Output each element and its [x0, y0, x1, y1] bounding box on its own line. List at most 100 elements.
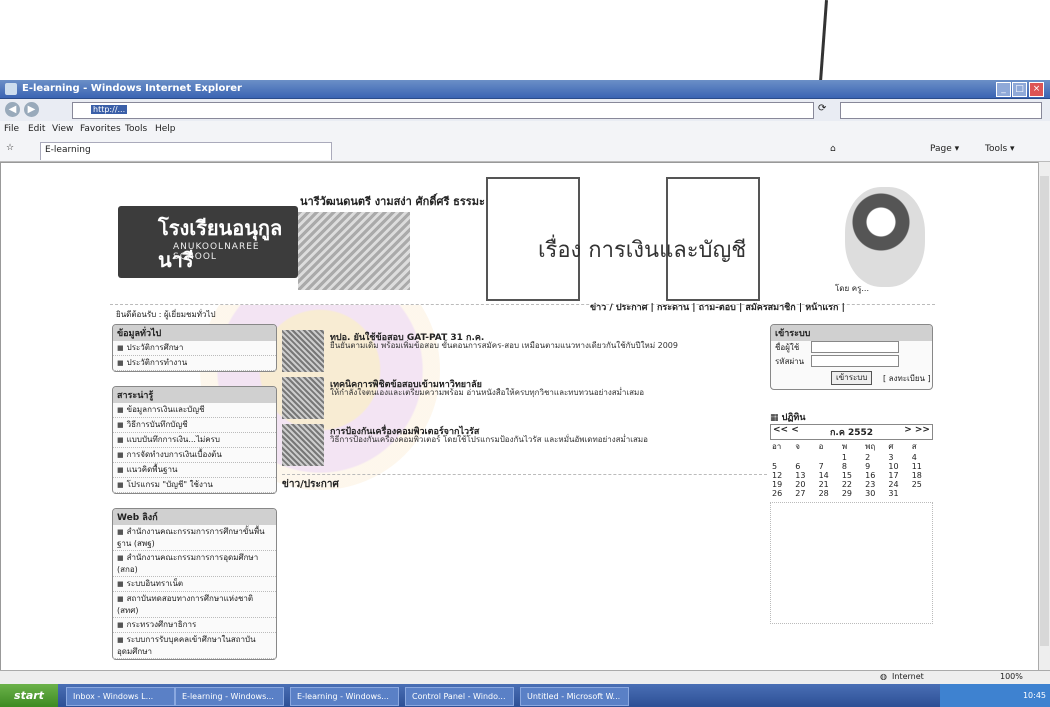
day-cell[interactable]: 26 — [770, 489, 793, 498]
list-item[interactable]: กระทรวงศึกษาธิการ — [113, 618, 276, 633]
list-item[interactable]: ประวัติการศึกษา — [113, 341, 276, 356]
taskbar-button[interactable]: Control Panel - Windo... — [405, 687, 514, 706]
tools-menu[interactable]: Tools ▾ — [985, 144, 1015, 154]
menu-file[interactable]: File — [4, 124, 19, 134]
menu-help[interactable]: Help — [155, 124, 176, 134]
day-cell[interactable]: 11 — [910, 462, 933, 471]
register-link[interactable]: [ ลงทะเบียน ] — [883, 372, 931, 385]
list-item[interactable]: สถาบันทดสอบทางการศึกษาแห่งชาติ (สทศ) — [113, 592, 276, 618]
day-cell[interactable] — [910, 489, 933, 498]
tab-e-learning[interactable]: E-learning — [40, 142, 332, 160]
day-cell[interactable]: 23 — [863, 480, 886, 489]
day-cell[interactable]: 13 — [793, 471, 816, 480]
news-item[interactable]: ทปอ. ยันใช้ข้อสอบ GAT-PAT 31 ก.ค. ยืนยัน… — [282, 330, 767, 374]
taskbar-button[interactable]: Untitled - Microsoft W... — [520, 687, 629, 706]
day-cell[interactable] — [770, 453, 793, 462]
url-text: http://... — [91, 105, 128, 114]
top-menu[interactable]: ข่าว / ประกาศ | กระดาน | ถาม-ตอบ | สมัคร… — [590, 300, 845, 314]
menu-view[interactable]: View — [52, 124, 73, 134]
list-item[interactable]: ข้อมูลการเงินและบัญชี — [113, 403, 276, 418]
list-item[interactable]: ระบบการรับบุคคลเข้าศึกษาในสถาบันอุดมศึกษ… — [113, 633, 276, 659]
day-cell[interactable]: 6 — [793, 462, 816, 471]
site-banner: นารีวัฒนดนตรี งามสง่า ศักดิ์ศรี ธรรมะ โร… — [110, 172, 935, 319]
home-icon[interactable]: ⌂ — [830, 144, 836, 154]
list-item[interactable]: แบบบันทึกการเงิน...ไม่ครบ — [113, 433, 276, 448]
weekday: จ — [795, 442, 800, 451]
scrollbar-thumb[interactable] — [1040, 176, 1049, 646]
password-input[interactable] — [811, 355, 899, 367]
day-cell[interactable]: 16 — [863, 471, 886, 480]
day-cell[interactable]: 1 — [840, 453, 863, 462]
list-item[interactable]: วิธีการบันทึกบัญชี — [113, 418, 276, 433]
favorites-star-icon[interactable]: ☆ — [6, 143, 14, 153]
list-item[interactable]: การจัดทำงบการเงินเบื้องต้น — [113, 448, 276, 463]
news-item[interactable]: เทคนิคการพิชิตข้อสอบเข้ามหาวิทยาลัย ให้ก… — [282, 377, 767, 421]
day-cell[interactable]: 14 — [817, 471, 840, 480]
news-text: วิธีการป้องกันเครื่องคอมพิวเตอร์ โดยใช้โ… — [330, 435, 648, 444]
day-cell[interactable]: 9 — [863, 462, 886, 471]
menu-bar: File Edit View Favorites Tools Help — [0, 121, 1050, 139]
day-cell[interactable]: 5 — [770, 462, 793, 471]
day-cell[interactable]: 21 — [817, 480, 840, 489]
day-cell[interactable]: 8 — [840, 462, 863, 471]
day-cell[interactable]: 31 — [886, 489, 909, 498]
day-cell[interactable]: 4 — [910, 453, 933, 462]
day-cell[interactable]: 12 — [770, 471, 793, 480]
day-cell[interactable]: 18 — [910, 471, 933, 480]
taskbar-button[interactable]: E-learning - Windows... — [290, 687, 399, 706]
forward-icon[interactable]: ▶ — [24, 102, 39, 117]
taskbar-button[interactable]: E-learning - Windows... — [175, 687, 284, 706]
banner-photo — [298, 212, 410, 290]
page-menu[interactable]: Page ▾ — [930, 144, 959, 154]
calendar-next[interactable]: > >> — [904, 425, 930, 439]
refresh-icon[interactable]: ⟳ — [818, 103, 826, 114]
login-button[interactable]: เข้าระบบ — [831, 371, 873, 385]
day-cell[interactable]: 2 — [863, 453, 886, 462]
menu-edit[interactable]: Edit — [28, 124, 45, 134]
news-item[interactable]: การป้องกันเครื่องคอมพิวเตอร์จากไวรัส วิธ… — [282, 424, 767, 468]
calendar-grid: อาจอพพฤศส 1234 5 6 7 8 9 10 11 12 13 14 15 16 17 18 … — [770, 440, 933, 498]
maximize-icon[interactable]: □ — [1012, 82, 1027, 97]
scrollbar[interactable] — [1038, 162, 1050, 670]
day-cell[interactable]: 3 — [886, 453, 909, 462]
url-input[interactable]: http://... — [72, 102, 814, 119]
day-cell[interactable]: 30 — [863, 489, 886, 498]
taskbar-button[interactable]: Inbox - Windows L... — [66, 687, 175, 706]
day-cell[interactable]: 7 — [817, 462, 840, 471]
news-column: ทปอ. ยันใช้ข้อสอบ GAT-PAT 31 ก.ค. ยืนยัน… — [282, 330, 767, 492]
calendar-prev[interactable]: << < — [773, 425, 799, 439]
search-input[interactable] — [840, 102, 1042, 119]
close-icon[interactable]: × — [1029, 82, 1044, 97]
day-cell[interactable]: 24 — [886, 480, 909, 489]
start-button[interactable]: start — [0, 684, 58, 707]
news-more-link[interactable]: ข่าว/ประกาศ — [282, 474, 767, 492]
day-cell[interactable]: 28 — [817, 489, 840, 498]
day-cell[interactable] — [793, 453, 816, 462]
list-item[interactable]: ระบบอินทราเน็ต — [113, 577, 276, 592]
day-cell[interactable]: 10 — [886, 462, 909, 471]
day-cell[interactable]: 17 — [886, 471, 909, 480]
list-item[interactable]: แนวคิดพื้นฐาน — [113, 463, 276, 478]
username-input[interactable] — [811, 341, 899, 353]
day-cell[interactable] — [817, 453, 840, 462]
school-logo: โรงเรียนอนุกูลนารี ANUKOOLNAREE SCHOOL — [118, 206, 298, 278]
day-cell[interactable]: 25 — [910, 480, 933, 489]
menu-favorites[interactable]: Favorites — [80, 124, 121, 134]
panel-knowledge: สาระน่ารู้ ข้อมูลการเงินและบัญชี วิธีการ… — [112, 386, 277, 494]
list-item[interactable]: สำนักงานคณะกรรมการการศึกษาขั้นพื้นฐาน (ส… — [113, 525, 276, 551]
panel-title: ข้อมูลทั่วไป — [113, 325, 276, 341]
zoom-level[interactable]: 100% — [1000, 672, 1023, 681]
window-titlebar[interactable]: E-learning - Windows Internet Explorer _… — [0, 80, 1050, 99]
menu-tools[interactable]: Tools — [125, 124, 147, 134]
day-cell[interactable]: 29 — [840, 489, 863, 498]
day-cell[interactable]: 22 — [840, 480, 863, 489]
day-cell[interactable]: 27 — [793, 489, 816, 498]
day-cell[interactable]: 19 — [770, 480, 793, 489]
list-item[interactable]: ประวัติการทำงาน — [113, 356, 276, 371]
list-item[interactable]: สำนักงานคณะกรรมการการอุดมศึกษา (สกอ) — [113, 551, 276, 577]
list-item[interactable]: โปรแกรม "บัญชี" ใช้งาน — [113, 478, 276, 493]
back-icon[interactable]: ◀ — [5, 102, 20, 117]
day-cell[interactable]: 15 — [840, 471, 863, 480]
day-cell[interactable]: 20 — [793, 480, 816, 489]
minimize-icon[interactable]: _ — [996, 82, 1011, 97]
